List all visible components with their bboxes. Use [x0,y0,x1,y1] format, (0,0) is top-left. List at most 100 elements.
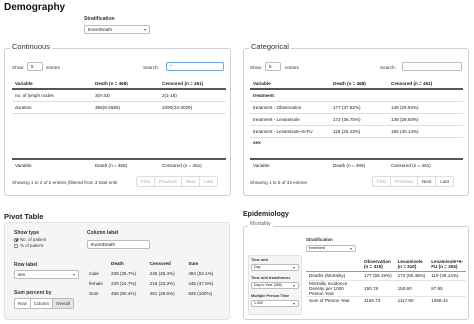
sum-overall-button[interactable]: Overall [52,299,73,308]
time-unit-label: Time unit [251,258,268,262]
row-label-select[interactable]: sex ▾ [14,270,79,279]
column-header: Death [111,260,124,266]
entries-value: 5 [31,64,34,69]
table-cell: 150.78 [364,285,379,291]
column-header [86,258,108,268]
continuous-table: Variable Death (n = 468) Censored (n = 4… [12,78,226,114]
column-header[interactable]: Death (n = 468) [330,78,388,89]
column-header[interactable]: Censored (n = 461) [388,78,463,89]
column-header[interactable]: Death (n = 468) [92,78,159,89]
table-cell: 484 (52.1%) [188,270,214,276]
search-value: " [170,64,172,69]
multiple-person-time-select[interactable]: 1,000 ▾ [251,300,299,307]
group-row: sex [250,137,463,148]
table-info: Showing 1 to 2 of 2 entries (filtered fr… [12,180,118,185]
chevron-down-icon: ▾ [143,27,146,32]
table-cell: treatment - Levamisole [253,116,300,122]
search-label: Search: [380,65,396,70]
table-cell: 119 (39.14%) [431,273,459,278]
table-cell: 1155.73 [364,298,381,304]
table-row: Deaths (Mortality) 177 (56.19%) 172 (55.… [306,271,466,280]
multiple-person-time-value: 1,000 [254,301,263,305]
chevron-down-icon: ▾ [349,246,352,251]
table-cell: 468 (50.4%) [111,290,137,296]
search-input[interactable] [402,62,462,71]
column-label-label: Column label [87,230,119,236]
table-row: female 229 (24.7%) 216 (23.3%) 445 (47.9… [86,278,224,288]
table-row: duration 386(8-2695) 2290(23-3029) [12,101,226,113]
table-cell: 1117.80 [397,298,414,304]
column-header: Sum [188,260,199,266]
table-cell: 2(1-18) [162,92,177,98]
show-label: Show [12,65,24,70]
column-header: Levamisole+5-FU (n = 304) [431,258,463,269]
first-button[interactable]: First [137,177,155,186]
column-header[interactable]: Censored (n = 461) [159,78,226,89]
show-type-pct-patient[interactable]: % of patient [14,243,43,248]
table-cell: treatment - Levamisole+5-FU [253,128,313,134]
entries-value: 5 [269,64,272,69]
footer-cell: Censored (n = 461) [162,162,202,168]
sum-percent-label: Sum percent by [14,290,52,296]
epidemiology-title: Epidemiology [243,211,289,218]
last-button[interactable]: Last [200,177,217,186]
time-transfer-select[interactable]: Day to Year (365) ▾ [251,282,299,289]
stratification-select[interactable]: EventDeath ▾ [84,25,150,34]
table-cell: 138 (29.93%) [391,104,419,110]
table-cell: treatment - Observation [253,104,302,110]
column-header[interactable]: Variable [250,78,330,89]
table-cell: 229 (24.7%) [111,280,137,286]
table-cell: 185 (40.13%) [391,128,419,134]
pagination: First Previous Next Last [136,176,218,187]
entries-select[interactable]: 5 [27,62,43,71]
epi-stratification-select[interactable]: treatment ▾ [306,245,356,252]
table-row: no. of lymph nodes 3(0-33) 2(1-18) [12,89,226,101]
entries-label: entries [285,65,299,70]
show-type-no-patient[interactable]: No. of patient [14,237,46,242]
chevron-down-icon: ▾ [72,272,75,277]
next-button[interactable]: Next [182,177,201,186]
row-label-label: Row label [14,262,38,268]
previous-button[interactable]: Previous [391,177,418,186]
sum-percent-buttons: Row Column Overall [14,298,74,309]
checkbox-checked-icon[interactable] [14,237,18,242]
continuous-table-footer: Variable Death (n = 468) Censored (n = 4… [12,158,226,170]
sum-column-button[interactable]: Column [31,299,53,308]
last-button[interactable]: Last [436,177,453,186]
table-cell: 929 (100%) [188,290,213,296]
table-cell: 172 (55.48%) [397,273,426,278]
show-label: Show [250,65,262,70]
mortality-legend: Mortality [248,221,273,227]
categorical-table: Variable Death (n = 468) Censored (n = 4… [250,78,463,148]
column-label-select[interactable]: EventDeath [87,240,150,249]
table-cell: 239 (25.7%) [111,270,137,276]
mortality-table: Observation (n = 315) Levamisole (n = 31… [306,257,466,305]
stratification-value: EventDeath [88,27,113,32]
checkbox-icon[interactable] [14,243,18,248]
table-cell: female [89,280,103,286]
column-header[interactable]: Variable [12,78,92,89]
table-info: Showing 1 to 5 of 33 entries [250,180,307,185]
epi-stratification-label: Stratification [306,237,333,242]
table-row: Sum 468 (50.4%) 461 (49.6%) 929 (100%) [86,288,224,298]
time-unit-select[interactable]: Day ▾ [251,264,299,271]
first-button[interactable]: First [373,177,391,186]
table-cell: Sum [89,290,99,296]
sum-row-button[interactable]: Row [15,299,31,308]
table-row: Sum of Person Year 1155.73 1117.80 1358.… [306,296,466,305]
time-transfer-value: Day to Year (365) [254,283,282,287]
page-title: Demography [4,2,66,13]
table-cell: 119 (25.43%) [333,128,361,134]
group-label: treatment [253,92,274,98]
next-button[interactable]: Next [418,177,437,186]
table-cell: 1358.44 [431,298,448,304]
table-row: Mortality Incidence Density per 1000 Per… [306,280,466,296]
search-input[interactable]: " [166,62,224,71]
entries-select[interactable]: 5 [265,62,281,71]
table-cell: 216 (23.3%) [149,280,175,286]
table-cell: 3(0-33) [95,92,110,98]
entries-label: entries [46,65,60,70]
previous-button[interactable]: Previous [155,177,182,186]
categorical-legend: Categorical [249,42,291,51]
checkbox-label: % of patient [20,243,44,248]
